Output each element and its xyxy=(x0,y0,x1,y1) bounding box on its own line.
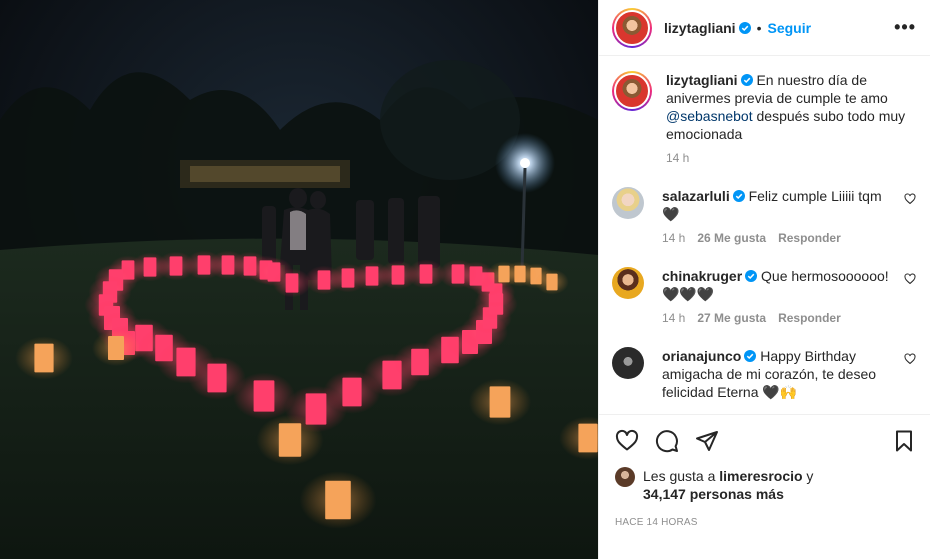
more-options-icon[interactable]: ••• xyxy=(894,17,916,38)
reply-button[interactable]: Responder xyxy=(778,311,841,325)
verified-badge-icon xyxy=(732,190,745,202)
liker-avatar[interactable] xyxy=(615,467,635,487)
author-username[interactable]: lizytagliani xyxy=(664,20,736,36)
commenter-username[interactable]: orianajunco xyxy=(662,348,741,364)
caption-mention-link[interactable]: @sebasnebot xyxy=(666,108,753,124)
post-side-panel: lizytagliani • Seguir ••• lizytagliani E… xyxy=(598,0,930,559)
comment-item: salazarluli Feliz cumple Liiiii tqm 🖤 14… xyxy=(612,187,916,245)
caption: lizytagliani En nuestro día de anivermes… xyxy=(612,71,916,165)
likes-prefix: Les gusta a xyxy=(643,468,720,484)
verified-badge-icon xyxy=(740,74,753,86)
likes-count[interactable]: 34,147 personas más xyxy=(643,486,784,502)
post-photo[interactable] xyxy=(0,0,598,559)
post-header: lizytagliani • Seguir ••• xyxy=(599,0,930,56)
commenter-avatar[interactable] xyxy=(612,187,644,219)
commenter-username[interactable]: salazarluli xyxy=(662,188,730,204)
author-avatar[interactable] xyxy=(612,7,652,48)
comment-item: orianajunco Happy Birthday amigacha de m… xyxy=(612,347,916,401)
comment-bubble-icon[interactable] xyxy=(655,429,679,453)
follow-button[interactable]: Seguir xyxy=(767,20,811,36)
like-comment-heart-icon[interactable] xyxy=(904,193,916,205)
caption-username[interactable]: lizytagliani xyxy=(666,72,738,88)
save-bookmark-icon[interactable] xyxy=(892,429,916,453)
commenter-avatar[interactable] xyxy=(612,267,644,299)
verified-badge-icon xyxy=(745,270,758,282)
like-comment-heart-icon[interactable] xyxy=(904,353,916,365)
likes-conjunction: y xyxy=(802,468,814,484)
like-comment-heart-icon[interactable] xyxy=(904,273,916,285)
reply-button[interactable]: Responder xyxy=(778,231,841,245)
separator-dot: • xyxy=(756,19,762,36)
caption-time[interactable]: 14 h xyxy=(666,151,689,165)
verified-badge-icon xyxy=(738,21,751,34)
action-icons xyxy=(615,415,916,467)
post-image-heart-lanterns xyxy=(0,0,598,559)
caption-avatar[interactable] xyxy=(612,71,652,111)
comment-likes[interactable]: 26 Me gusta xyxy=(697,231,766,245)
comment-item: chinakruger Que hermosoooooo! 🖤🖤🖤 14 h 2… xyxy=(612,267,916,325)
comment-likes[interactable]: 27 Me gusta xyxy=(697,311,766,325)
post-actions: Les gusta a limeresrocio y 34,147 person… xyxy=(599,414,930,559)
verified-badge-icon xyxy=(744,350,757,362)
comment-time[interactable]: 14 h xyxy=(662,311,685,325)
comments-list[interactable]: lizytagliani En nuestro día de anivermes… xyxy=(599,57,930,413)
likes-summary: Les gusta a limeresrocio y 34,147 person… xyxy=(615,467,916,503)
post-timestamp[interactable]: HACE 14 HORAS xyxy=(615,517,916,528)
commenter-username[interactable]: chinakruger xyxy=(662,268,742,284)
liker-username[interactable]: limeresrocio xyxy=(719,468,802,484)
commenter-avatar[interactable] xyxy=(612,347,644,379)
like-heart-icon[interactable] xyxy=(615,429,639,453)
share-paper-plane-icon[interactable] xyxy=(695,429,719,453)
comment-time[interactable]: 14 h xyxy=(662,231,685,245)
